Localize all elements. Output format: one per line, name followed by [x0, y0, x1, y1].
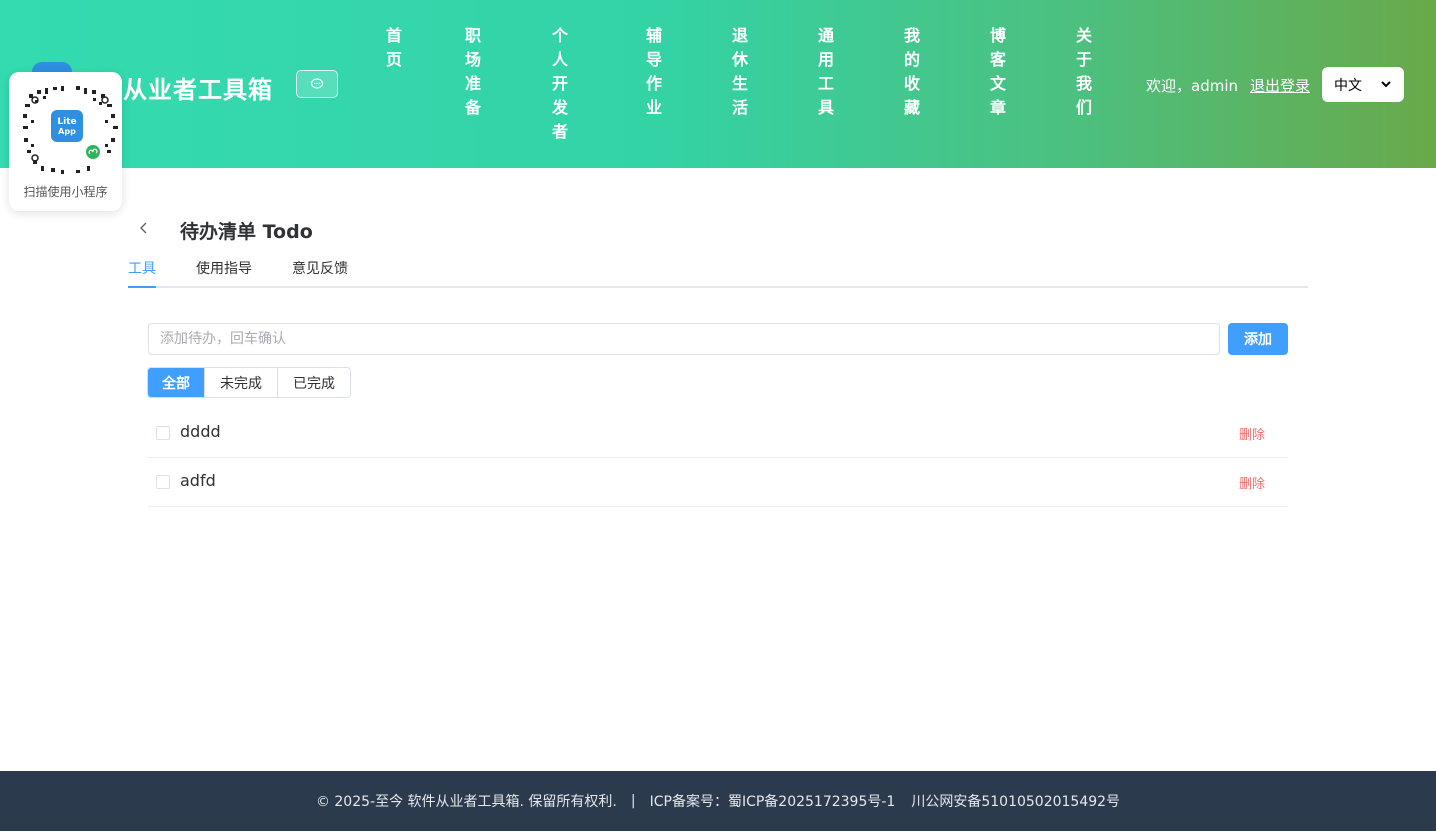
nav-retirement[interactable]: 退休生活 — [731, 24, 749, 120]
qr-caption: 扫描使用小程序 — [23, 185, 108, 199]
tool-tabs: 工具 使用指导 意见反馈 — [128, 258, 1308, 288]
nav-about[interactable]: 关于我们 — [1075, 24, 1093, 120]
nav-home[interactable]: 首页 — [385, 24, 403, 72]
back-arrow-icon[interactable] — [136, 218, 152, 238]
footer-icp-link[interactable]: ICP备案号：蜀ICP备2025172395号-1 — [650, 791, 896, 811]
tab-tool-label: 工具 — [128, 261, 156, 277]
todo-text: adfd — [180, 471, 216, 490]
filter-group: 全部 未完成 已完成 — [147, 367, 351, 398]
tab-feedback[interactable]: 意见反馈 — [292, 258, 348, 288]
delete-button[interactable]: 删除 — [1239, 424, 1265, 443]
nav-homework[interactable]: 辅导作业 — [645, 24, 663, 120]
list-item: dddd 删除 — [148, 409, 1288, 458]
todo-list: dddd 删除 adfd 删除 — [148, 409, 1288, 507]
nav-career-prep[interactable]: 职场准备 — [464, 24, 482, 120]
chevron-down-icon — [1381, 81, 1391, 88]
header-bar: 件从业者工具箱 首页 职场准备 个人开发者 辅导作业 退休生活 通用工具 我的收… — [0, 0, 1436, 168]
active-tab-indicator — [128, 286, 156, 288]
qr-code-icon: Lite App — [21, 84, 121, 176]
language-select[interactable]: 中文 — [1322, 67, 1404, 102]
nav-blog[interactable]: 博客文章 — [989, 24, 1007, 120]
page-title: 待办清单 Todo — [180, 221, 313, 243]
mini-program-qr-card[interactable]: Lite App 扫描使用小程序 — [9, 72, 122, 211]
welcome-text: 欢迎，admin — [1146, 77, 1238, 95]
todo-input[interactable] — [148, 323, 1220, 355]
language-value: 中文 — [1334, 77, 1362, 94]
footer: © 2025-至今 软件从业者工具箱. 保留所有权利. | ICP备案号：蜀IC… — [0, 771, 1436, 831]
qr-app-label-1: Lite — [57, 117, 76, 127]
tab-tool[interactable]: 工具 — [128, 258, 156, 288]
todo-checkbox[interactable] — [156, 475, 170, 489]
footer-copyright: © 2025-至今 软件从业者工具箱. 保留所有权利. — [315, 794, 617, 810]
logout-link[interactable]: 退出登录 — [1250, 75, 1310, 96]
filter-all[interactable]: 全部 — [148, 368, 205, 397]
qr-app-label-2: App — [58, 127, 76, 136]
filter-incomplete[interactable]: 未完成 — [205, 368, 278, 397]
nav-general-tools[interactable]: 通用工具 — [817, 24, 835, 120]
nav-indie-dev[interactable]: 个人开发者 — [551, 24, 569, 144]
list-item: adfd 删除 — [148, 458, 1288, 507]
filter-completed[interactable]: 已完成 — [278, 368, 350, 397]
todo-text: dddd — [180, 422, 221, 441]
tab-guide[interactable]: 使用指导 — [196, 258, 252, 288]
footer-police-link[interactable]: 川公网安备51010502015492号 — [911, 791, 1120, 811]
todo-checkbox[interactable] — [156, 426, 170, 440]
delete-button[interactable]: 删除 — [1239, 473, 1265, 492]
footer-separator: | — [630, 793, 636, 809]
nav-favorites[interactable]: 我的收藏 — [903, 24, 921, 120]
add-button[interactable]: 添加 — [1228, 323, 1288, 355]
